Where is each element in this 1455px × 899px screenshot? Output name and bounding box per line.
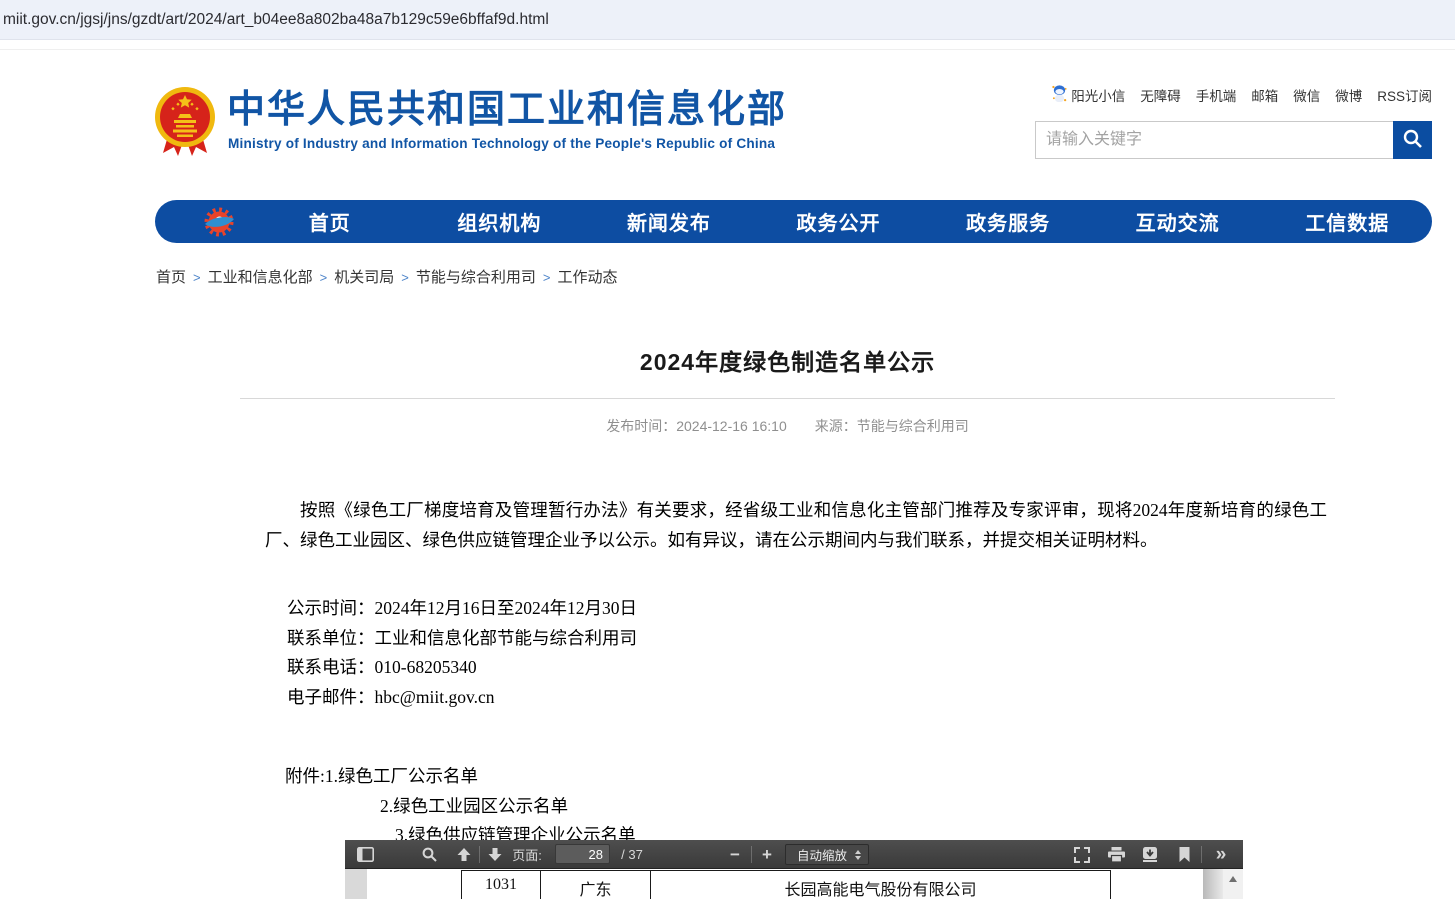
page-title: 2024年度绿色制造名单公示: [240, 343, 1335, 377]
page-url: miit.gov.cn/jgsj/jns/gzdt/art/2024/art_b…: [3, 11, 549, 28]
top-link-wechat[interactable]: 微信: [1293, 85, 1320, 105]
table-cell-company: 长园高能电气股份有限公司: [650, 871, 1111, 899]
breadcrumb-energy-dept[interactable]: 节能与综合利用司: [416, 269, 536, 286]
print-icon: [1108, 847, 1125, 862]
zoom-level-select[interactable]: 自动缩放: [785, 844, 869, 865]
attachment-green-factory[interactable]: 附件:1.绿色工厂公示名单: [240, 762, 1335, 792]
nav-item-home[interactable]: 首页: [245, 207, 415, 236]
utility-links: 阳光小信 无障碍 手机端 邮箱 微信 微博 RSS订阅: [1052, 84, 1432, 106]
breadcrumb-departments[interactable]: 机关司局: [334, 269, 394, 286]
toolbar-separator: [479, 846, 480, 863]
top-link-rss[interactable]: RSS订阅: [1377, 85, 1432, 105]
address-bar[interactable]: miit.gov.cn/jgsj/jns/gzdt/art/2024/art_b…: [0, 0, 1455, 40]
page-down-button[interactable]: [485, 840, 505, 869]
sidebar-toggle-icon: [357, 847, 374, 862]
page-number-label: 页面:: [509, 840, 545, 869]
breadcrumb-work-updates[interactable]: 工作动态: [557, 269, 617, 286]
pdf-scrollbar-track[interactable]: [1203, 869, 1223, 899]
top-link-weibo[interactable]: 微博: [1335, 85, 1362, 105]
bookmark-icon: [1179, 847, 1190, 862]
publicity-period: 公示时间：2024年12月16日至2024年12月30日: [287, 594, 1335, 624]
find-button[interactable]: [419, 840, 439, 869]
top-link-assistant[interactable]: 阳光小信: [1052, 84, 1125, 106]
breadcrumb: 首页>工业和信息化部>机关司局>节能与综合利用司>工作动态: [156, 266, 617, 287]
pdf-scroll-up-button[interactable]: [1223, 869, 1243, 899]
toolbar-separator: [1201, 846, 1202, 863]
presentation-mode-button[interactable]: [1071, 840, 1093, 869]
attachments-list: 附件:1.绿色工厂公示名单 2.绿色工业园区公示名单 3.绿色供应链管理企业公示…: [240, 762, 1335, 851]
article-paragraph: 按照《绿色工厂梯度培育及管理暂行办法》有关要求，经省级工业和信息化主管部门推荐及…: [240, 496, 1335, 555]
print-button[interactable]: [1105, 840, 1127, 869]
publish-time: 2024-12-16 16:10: [676, 418, 787, 434]
main-nav: 首页 组织机构 新闻发布 政务公开 政务服务 互动交流 工信数据: [155, 200, 1432, 243]
page-up-button[interactable]: [454, 840, 474, 869]
search-icon: [1402, 128, 1423, 152]
contact-phone: 联系电话：010-68205340: [287, 653, 1335, 683]
robot-mascot-icon: [1052, 84, 1067, 106]
contact-unit: 联系单位：工业和信息化部节能与综合利用司: [287, 624, 1335, 654]
publish-time-label: 发布时间：: [606, 418, 676, 434]
pdf-page-area: 1031 广东 长园高能电气股份有限公司: [345, 869, 1243, 899]
toolbar-separator: [751, 846, 752, 863]
search-button[interactable]: [1393, 121, 1432, 159]
top-link-mail[interactable]: 邮箱: [1251, 85, 1278, 105]
nav-item-organization[interactable]: 组织机构: [415, 207, 585, 236]
article-body: 按照《绿色工厂梯度培育及管理暂行办法》有关要求，经省级工业和信息化主管部门推荐及…: [240, 496, 1335, 851]
top-link-accessibility[interactable]: 无障碍: [1140, 85, 1181, 105]
divider: [0, 49, 1455, 50]
pdf-toolbar: 页面: / 37 − + 自动缩放: [345, 840, 1243, 869]
table-cell-number: 1031: [461, 871, 540, 899]
presentation-mode-icon: [1074, 847, 1090, 863]
more-tools-button[interactable]: »: [1207, 840, 1233, 869]
top-link-mobile[interactable]: 手机端: [1196, 85, 1237, 105]
site-subtitle: Ministry of Industry and Information Tec…: [228, 136, 775, 151]
source-value: 节能与综合利用司: [857, 418, 969, 434]
breadcrumb-separator: >: [186, 270, 208, 285]
breadcrumb-home[interactable]: 首页: [156, 269, 186, 286]
download-button[interactable]: [1139, 840, 1161, 869]
pdf-viewer: 页面: / 37 − + 自动缩放: [345, 840, 1243, 899]
find-icon: [422, 847, 437, 862]
contact-email: 电子邮件：hbc@miit.gov.cn: [287, 683, 1335, 713]
pdf-table-fragment: 1031 广东 长园高能电气股份有限公司: [461, 870, 1111, 899]
page-total: / 37: [615, 840, 649, 869]
scroll-up-icon: [1229, 876, 1237, 882]
source-label: 来源：: [815, 418, 857, 434]
zoom-level-value: 自动缩放: [797, 845, 847, 864]
zoom-in-button[interactable]: +: [757, 840, 777, 869]
select-spinner-icon: [855, 850, 861, 860]
zoom-out-button[interactable]: −: [725, 840, 745, 869]
article-meta: 发布时间：2024-12-16 16:10 来源：节能与综合利用司: [240, 416, 1335, 436]
nav-item-gov-services[interactable]: 政务服务: [923, 207, 1093, 236]
sidebar-toggle-button[interactable]: [355, 840, 375, 869]
page-up-icon: [457, 848, 471, 861]
national-emblem-icon[interactable]: [154, 86, 216, 163]
nav-item-gov-disclosure[interactable]: 政务公开: [754, 207, 924, 236]
miit-logo-icon[interactable]: [201, 204, 237, 240]
site-search: [1035, 121, 1432, 159]
nav-item-data[interactable]: 工信数据: [1262, 207, 1432, 236]
breadcrumb-separator: >: [313, 270, 335, 285]
page-down-icon: [488, 848, 502, 861]
bookmark-button[interactable]: [1175, 840, 1193, 869]
pdf-viewer-gutter: [345, 869, 367, 899]
nav-item-news[interactable]: 新闻发布: [584, 207, 754, 236]
title-divider: [240, 398, 1335, 399]
page-number-input[interactable]: [555, 844, 610, 864]
breadcrumb-ministry[interactable]: 工业和信息化部: [208, 269, 313, 286]
download-icon: [1142, 847, 1158, 862]
attachment-green-park[interactable]: 2.绿色工业园区公示名单: [240, 792, 1335, 822]
nav-item-interaction[interactable]: 互动交流: [1093, 207, 1263, 236]
site-title[interactable]: 中华人民共和国工业和信息化部: [227, 90, 787, 132]
breadcrumb-separator: >: [536, 270, 558, 285]
table-cell-province: 广东: [540, 871, 650, 899]
contact-info: 公示时间：2024年12月16日至2024年12月30日 联系单位：工业和信息化…: [240, 594, 1335, 712]
article: 2024年度绿色制造名单公示 发布时间：2024-12-16 16:10 来源：节…: [240, 337, 1335, 851]
search-input[interactable]: [1036, 122, 1393, 158]
breadcrumb-separator: >: [394, 270, 416, 285]
